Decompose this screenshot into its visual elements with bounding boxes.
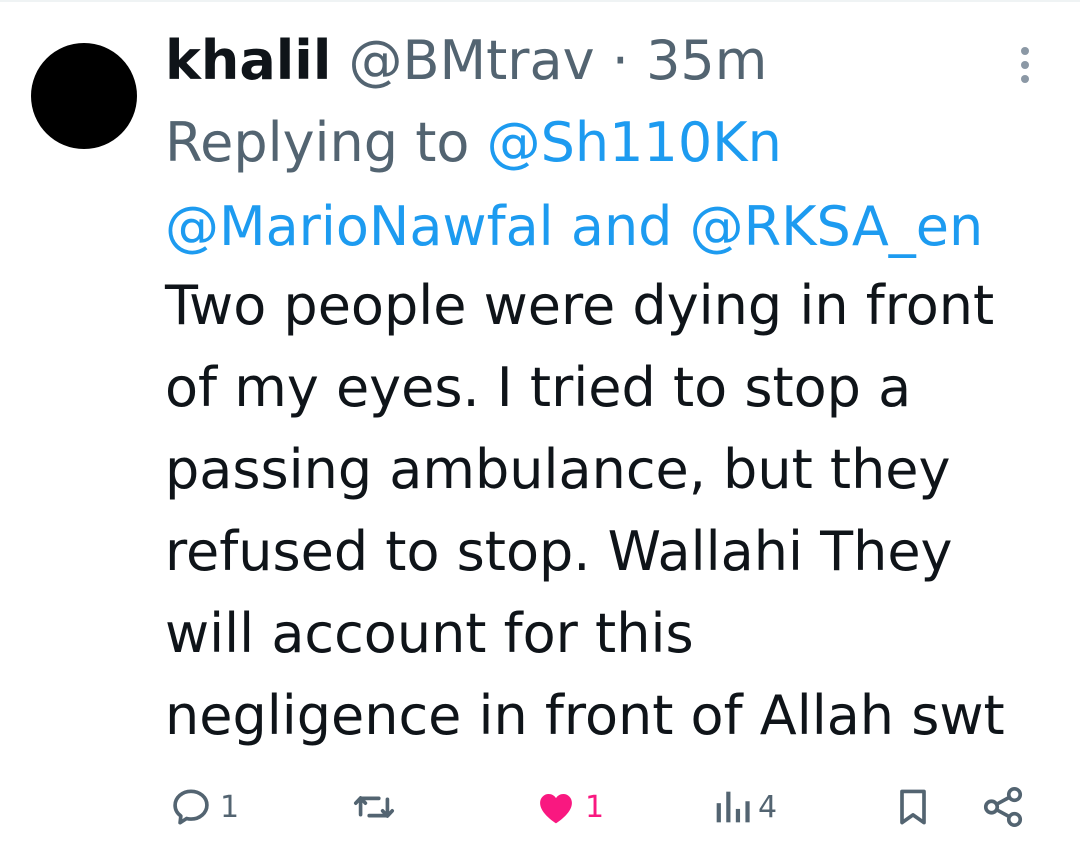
bookmark-icon <box>900 789 926 825</box>
display-name[interactable]: khalil <box>165 29 331 92</box>
separator: · <box>611 29 629 92</box>
heart-icon <box>540 793 572 824</box>
bookmark-button[interactable] <box>891 775 935 839</box>
tweet-text-line: negligence in front of Allah swt <box>165 684 1005 747</box>
tweet-text: Two people were dying in front of my eye… <box>165 265 1065 757</box>
reply-icon <box>173 789 209 825</box>
share-icon <box>983 786 1023 828</box>
retweet-icon <box>353 796 395 818</box>
more-options-icon[interactable] <box>1010 42 1040 88</box>
tweet-text-line: will account for this <box>165 602 694 665</box>
replying-to: Replying to @Sh110Kn @MarioNawfal and @R… <box>165 101 1045 269</box>
avatar[interactable] <box>31 43 137 149</box>
views-icon <box>716 791 750 823</box>
like-count: 1 <box>585 789 605 825</box>
views-count: 4 <box>758 789 778 825</box>
tweet-text-line: refused to stop. Wallahi They <box>165 520 953 583</box>
mention-link[interactable]: @Sh110Kn <box>487 111 782 174</box>
handle[interactable]: @BMtrav <box>349 29 595 92</box>
mention-link[interactable]: @MarioNawfal <box>165 195 554 258</box>
share-button[interactable] <box>980 775 1026 839</box>
tweet-header: khalil @BMtrav · 35m <box>165 28 767 94</box>
mention-link[interactable]: @RKSA_en <box>690 195 984 258</box>
reply-button[interactable]: 1 <box>168 775 239 839</box>
reply-count: 1 <box>220 789 240 825</box>
tweet-text-line: passing ambulance, but they <box>165 438 951 501</box>
action-bar: 1 1 4 <box>0 775 1080 839</box>
tweet-text-line: Two people were dying in front <box>165 274 995 337</box>
top-divider <box>0 0 1080 2</box>
retweet-button[interactable] <box>350 775 404 839</box>
tweet-text-line: of my eyes. I tried to stop a <box>165 356 912 419</box>
mention-and: and <box>570 195 673 258</box>
views-button[interactable]: 4 <box>712 775 777 839</box>
timestamp[interactable]: 35m <box>646 29 767 92</box>
replying-to-label: Replying to <box>165 111 470 174</box>
like-button[interactable]: 1 <box>533 775 604 839</box>
